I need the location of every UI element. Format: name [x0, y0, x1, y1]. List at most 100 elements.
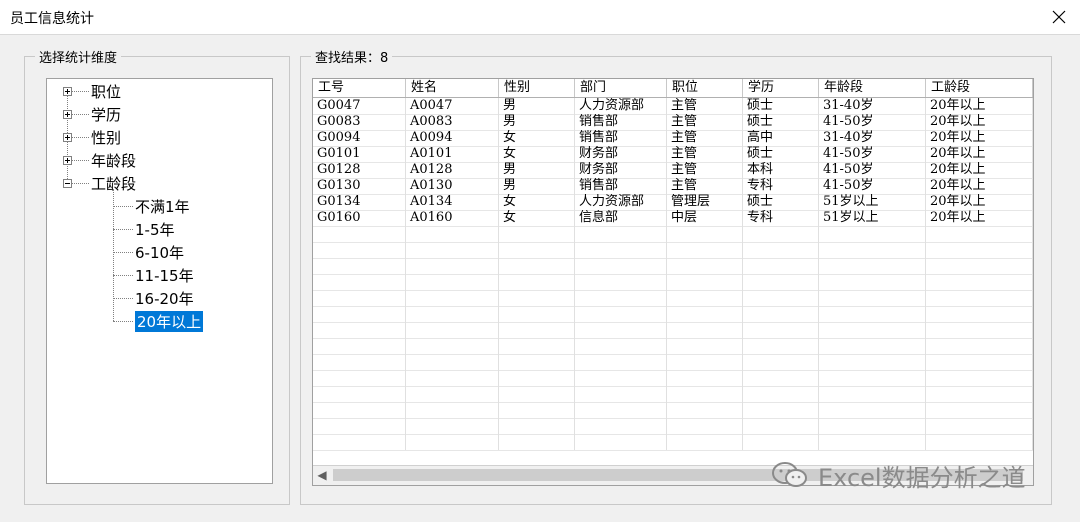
table-cell[interactable]: [406, 258, 499, 274]
table-row[interactable]: G0134 A0134 女人力资源部 管理层 硕士 51岁以上 20年以上: [313, 194, 1033, 211]
table-cell[interactable]: [406, 418, 499, 434]
table-cell[interactable]: 信息部: [575, 210, 667, 226]
table-cell[interactable]: [926, 306, 1033, 322]
table-cell[interactable]: [575, 306, 667, 322]
column-header[interactable]: 工龄段: [926, 79, 1033, 97]
table-cell[interactable]: 女: [499, 210, 575, 226]
table-cell[interactable]: [575, 370, 667, 386]
empty-row[interactable]: [313, 418, 1033, 435]
table-cell[interactable]: [406, 306, 499, 322]
expand-icon[interactable]: [63, 87, 72, 96]
table-cell[interactable]: 51岁以上: [819, 210, 926, 226]
table-cell[interactable]: [406, 354, 499, 370]
table-cell[interactable]: [743, 322, 819, 338]
table-cell[interactable]: [819, 386, 926, 402]
table-cell[interactable]: 男: [499, 178, 575, 194]
table-cell[interactable]: [575, 290, 667, 306]
table-cell[interactable]: A0134: [406, 194, 499, 210]
table-cell[interactable]: G0047: [313, 98, 406, 114]
table-cell[interactable]: G0160: [313, 210, 406, 226]
table-cell[interactable]: [406, 434, 499, 450]
tree-node-2[interactable]: 性别: [91, 127, 121, 148]
column-header[interactable]: 工号: [313, 79, 406, 97]
table-cell[interactable]: 主管: [667, 162, 743, 178]
table-cell[interactable]: [667, 306, 743, 322]
table-cell[interactable]: [819, 290, 926, 306]
table-cell[interactable]: [819, 274, 926, 290]
table-cell[interactable]: [313, 338, 406, 354]
dimension-tree[interactable]: 职位 学历 性别 年龄段 工龄段 不满1年 1-5年 6-10年 11-15年 16-20年 20年…: [46, 78, 273, 484]
table-cell[interactable]: [667, 226, 743, 242]
empty-row[interactable]: [313, 434, 1033, 451]
table-cell[interactable]: [819, 226, 926, 242]
expand-icon[interactable]: [63, 156, 72, 165]
empty-row[interactable]: [313, 338, 1033, 355]
table-cell[interactable]: [743, 418, 819, 434]
table-cell[interactable]: [819, 242, 926, 258]
table-cell[interactable]: [926, 338, 1033, 354]
table-cell[interactable]: [575, 354, 667, 370]
scroll-left-icon[interactable]: ◀: [315, 468, 329, 482]
tree-child-node[interactable]: 不满1年: [135, 196, 190, 217]
table-cell[interactable]: [313, 386, 406, 402]
tree-node-selected[interactable]: 20年以上: [135, 311, 204, 332]
table-cell[interactable]: 31-40岁: [819, 98, 926, 114]
table-cell[interactable]: [667, 402, 743, 418]
table-cell[interactable]: [926, 434, 1033, 450]
table-cell[interactable]: [406, 370, 499, 386]
table-cell[interactable]: [406, 338, 499, 354]
table-cell[interactable]: [667, 386, 743, 402]
table-cell[interactable]: [499, 338, 575, 354]
table-cell[interactable]: 31-40岁: [819, 130, 926, 146]
table-cell[interactable]: 20年以上: [926, 114, 1033, 130]
empty-row[interactable]: [313, 306, 1033, 323]
expand-icon[interactable]: [63, 110, 72, 119]
table-cell[interactable]: 硕士: [743, 114, 819, 130]
table-cell[interactable]: [743, 370, 819, 386]
table-cell[interactable]: [313, 258, 406, 274]
tree-child-node[interactable]: 1-5年: [135, 219, 175, 240]
table-cell[interactable]: [743, 242, 819, 258]
table-row[interactable]: G0130 A0130 男销售部 主管 专科 41-50岁 20年以上: [313, 178, 1033, 195]
table-cell[interactable]: [313, 370, 406, 386]
empty-row[interactable]: [313, 322, 1033, 339]
table-cell[interactable]: [819, 306, 926, 322]
table-cell[interactable]: A0094: [406, 130, 499, 146]
table-cell[interactable]: [499, 226, 575, 242]
table-cell[interactable]: 主管: [667, 98, 743, 114]
table-cell[interactable]: [499, 274, 575, 290]
table-cell[interactable]: [926, 274, 1033, 290]
table-cell[interactable]: [667, 258, 743, 274]
column-header[interactable]: 性别: [499, 79, 575, 97]
table-cell[interactable]: 20年以上: [926, 146, 1033, 162]
table-cell[interactable]: [819, 370, 926, 386]
table-cell[interactable]: 财务部: [575, 146, 667, 162]
table-cell[interactable]: A0083: [406, 114, 499, 130]
table-cell[interactable]: [743, 386, 819, 402]
tree-child-node[interactable]: 11-15年: [135, 265, 194, 286]
table-cell[interactable]: [667, 322, 743, 338]
table-cell[interactable]: [743, 290, 819, 306]
table-cell[interactable]: [819, 418, 926, 434]
table-cell[interactable]: [743, 226, 819, 242]
table-cell[interactable]: 男: [499, 98, 575, 114]
empty-row[interactable]: [313, 258, 1033, 275]
table-cell[interactable]: [575, 258, 667, 274]
table-cell[interactable]: G0134: [313, 194, 406, 210]
table-cell[interactable]: [926, 418, 1033, 434]
table-cell[interactable]: [926, 386, 1033, 402]
table-cell[interactable]: 20年以上: [926, 210, 1033, 226]
table-cell[interactable]: [667, 434, 743, 450]
empty-row[interactable]: [313, 402, 1033, 419]
table-cell[interactable]: [575, 402, 667, 418]
tree-child-node[interactable]: 6-10年: [135, 242, 184, 263]
table-cell[interactable]: [313, 274, 406, 290]
table-cell[interactable]: A0130: [406, 178, 499, 194]
empty-row[interactable]: [313, 290, 1033, 307]
table-cell[interactable]: [575, 242, 667, 258]
table-cell[interactable]: [819, 322, 926, 338]
table-cell[interactable]: [926, 370, 1033, 386]
table-cell[interactable]: [406, 274, 499, 290]
table-cell[interactable]: 硕士: [743, 194, 819, 210]
table-cell[interactable]: A0160: [406, 210, 499, 226]
